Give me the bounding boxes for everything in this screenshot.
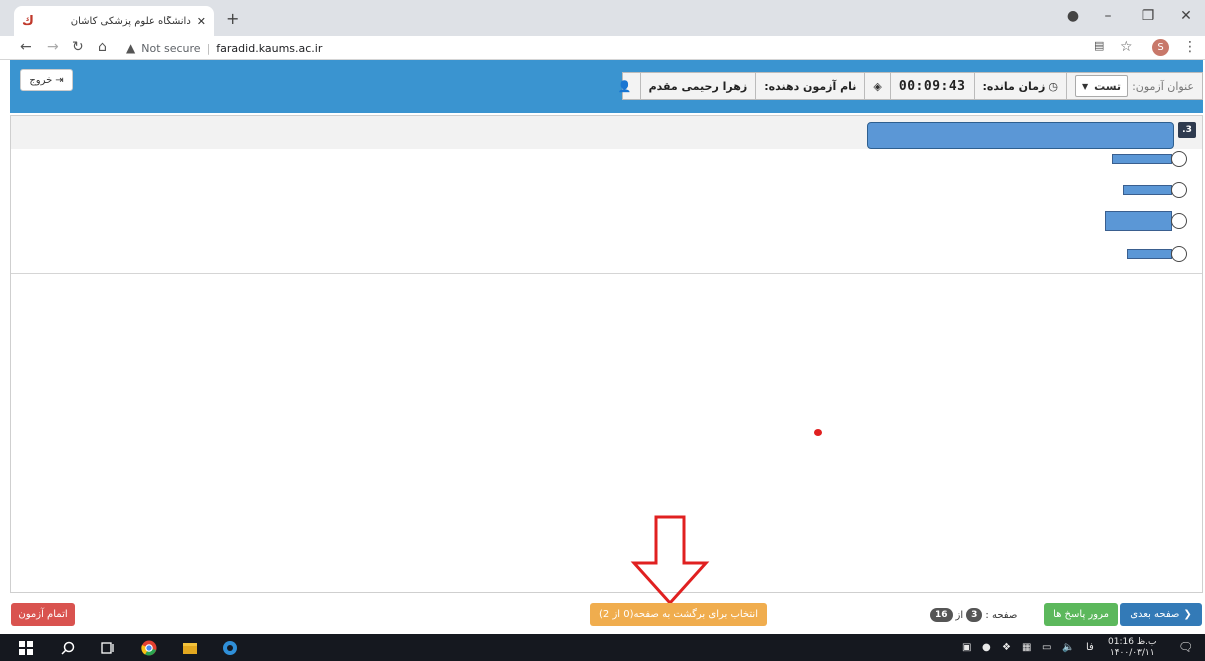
question-divider [11,273,1202,274]
profile-avatar[interactable]: S [1152,39,1169,56]
mark-for-return-button[interactable]: انتخاب برای برگشت به صفحه(0 از 2) [590,603,767,626]
next-page-button[interactable]: ❮ صفحه بعدی [1120,603,1202,626]
url-field[interactable]: ▲ Not secure | faradid.kaums.ac.ir [126,39,1086,57]
user-icon: 👤 [617,79,632,93]
app-circle-icon[interactable] [222,640,238,656]
task-view-icon[interactable] [100,640,116,656]
chevron-left-icon: ❮ [1183,609,1192,620]
not-secure-label: Not secure [141,41,201,55]
file-explorer-icon[interactable] [182,640,198,656]
down-arrow-annotation-icon [630,515,710,606]
exam-title-select[interactable]: تست ▼ [1074,75,1129,97]
site-favicon-icon: ك [22,13,34,29]
answer-text-redacted [1105,211,1172,231]
tab-close-icon[interactable]: ✕ [197,15,206,28]
clock-date: ۱۴۰۰/۰۳/۱۱ [1109,648,1155,658]
volume-icon[interactable]: 🔈 [1062,642,1074,653]
page-of-label: از [955,609,964,621]
question-panel: .3 [10,115,1203,593]
clock-time: 01:16 ب.ظ [1108,637,1157,647]
answer-option[interactable] [1112,151,1187,167]
reload-icon[interactable]: ↻ [72,39,84,55]
exam-info-bar: عنوان آزمون: تست ▼ ◷ زمان مانده: 00:09:4… [618,72,1203,100]
exam-footer: اتمام آزمون انتخاب برای برگشت به صفحه(0 … [0,598,1205,634]
cursor-marker-dot [814,429,822,436]
display-icon[interactable]: ▭ [1042,642,1051,653]
page-current-badge: 3 [966,608,983,622]
tab-title: دانشگاه علوم پزشکی کاشان [70,15,191,27]
search-icon[interactable] [60,640,76,656]
translate-icon[interactable]: ▤ [1094,39,1104,52]
home-icon[interactable]: ⌂ [98,39,107,55]
windows-taskbar: ▣ ● ❖ ▦ ▭ 🔈 فا 01:16 ب.ظ ۱۴۰۰/۰۳/۱۱ 🗨 [0,634,1205,661]
timer-cell: 00:09:43 [889,73,974,99]
kebab-menu-icon[interactable]: ⋮ [1183,39,1197,55]
bookmark-star-icon[interactable]: ☆ [1120,39,1133,55]
answer-option[interactable] [1123,182,1187,198]
user-icon-cell: 👤 [610,73,640,99]
eye-slash-icon[interactable]: ◈ [873,80,881,93]
close-window-button[interactable]: ✕ [1176,8,1196,24]
url-text: faradid.kaums.ac.ir [216,41,323,55]
time-left-label: زمان مانده: [982,79,1046,93]
countdown-timer: 00:09:43 [898,78,966,94]
minimize-button[interactable]: – [1098,8,1118,24]
browser-menu-icon[interactable]: ● [1063,8,1083,24]
examinee-name-cell: زهرا رحیمی مقدم [639,73,756,99]
tray-app-icon[interactable]: ❖ [1002,642,1011,653]
question-text-redacted [867,122,1174,149]
tray-app-icon[interactable]: ● [982,642,991,653]
answer-radio[interactable] [1171,151,1187,167]
answer-option[interactable] [1105,211,1187,231]
windows-start-icon[interactable] [18,640,34,656]
tray-app-icon[interactable]: ▦ [1022,642,1031,653]
notifications-icon[interactable]: 🗨 [1178,640,1193,654]
system-clock[interactable]: 01:16 ب.ظ ۱۴۰۰/۰۳/۱۱ [1108,637,1156,659]
answer-radio[interactable] [1171,182,1187,198]
exam-title-value: تست [1094,79,1122,93]
review-answers-button[interactable]: مرور پاسخ ها [1044,603,1118,626]
language-indicator[interactable]: فا [1086,642,1094,653]
exam-header: خروج ⇥ عنوان آزمون: تست ▼ ◷ زمان مانده: … [10,60,1203,113]
back-arrow-icon[interactable]: ← [20,39,32,55]
exam-title-label: عنوان آزمون: [1132,79,1194,93]
exam-title-cell: عنوان آزمون: تست ▼ [1065,73,1202,99]
restore-button[interactable]: ❐ [1138,8,1158,24]
chrome-icon[interactable] [141,640,157,656]
next-page-label: صفحه بعدی [1130,609,1180,620]
forward-arrow-icon[interactable]: → [47,39,59,55]
time-left-cell: ◷ زمان مانده: [973,73,1066,99]
browser-tab[interactable]: ك دانشگاه علوم پزشکی کاشان ✕ [14,6,214,36]
exit-label: خروج [29,74,53,86]
warning-icon: ▲ [126,41,136,55]
browser-tab-strip: ك دانشگاه علوم پزشکی کاشان ✕ + ● – ❐ ✕ [0,0,1205,36]
page-total-badge: 16 [930,608,953,622]
answer-radio[interactable] [1171,213,1187,229]
new-tab-button[interactable]: + [226,9,239,28]
url-separator: | [206,41,211,55]
visibility-cell[interactable]: ◈ [864,73,889,99]
exit-button[interactable]: خروج ⇥ [20,69,73,91]
answer-option[interactable] [1127,246,1187,262]
examinee-label: نام آزمون دهنده: [764,79,857,93]
address-bar: ← → ↻ ⌂ ▲ Not secure | faradid.kaums.ac.… [0,36,1205,60]
page-indicator: صفحه : 3 از 16 [930,608,1017,622]
answer-text-redacted [1123,185,1172,195]
answer-text-redacted [1112,154,1172,164]
answer-radio[interactable] [1171,246,1187,262]
finish-exam-button[interactable]: اتمام آزمون [11,603,75,626]
clock-icon: ◷ [1048,79,1058,93]
chevron-down-icon: ▼ [1081,81,1089,91]
page-label: صفحه : [985,609,1018,621]
network-icon[interactable]: ▣ [962,642,971,653]
examinee-name: زهرا رحیمی مقدم [648,79,748,93]
question-number-badge: .3 [1178,122,1196,138]
answer-text-redacted [1127,249,1172,259]
logout-icon: ⇥ [55,74,64,86]
examinee-label-cell: نام آزمون دهنده: [755,73,864,99]
